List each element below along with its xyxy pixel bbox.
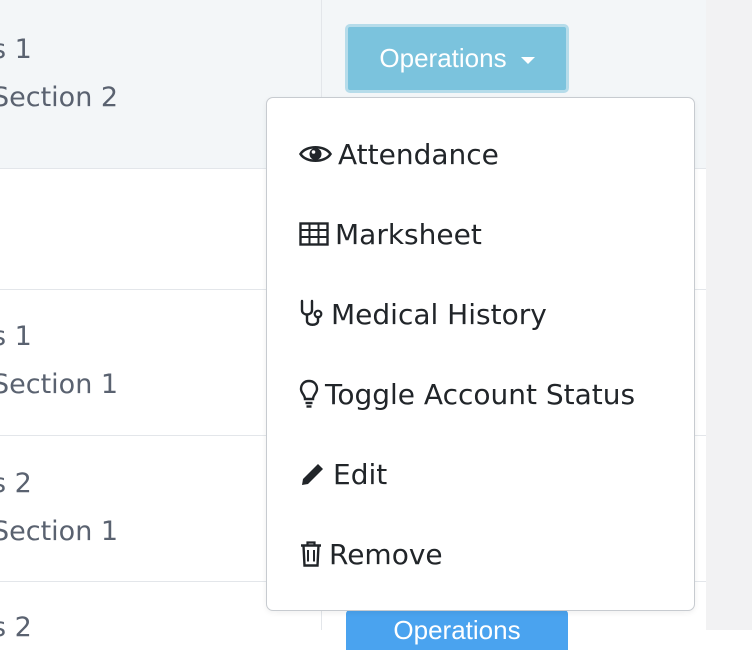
table-icon: [299, 222, 329, 246]
menu-item-marksheet[interactable]: Marksheet: [267, 194, 693, 274]
eye-icon: [299, 141, 332, 167]
menu-item-remove[interactable]: Remove: [267, 514, 693, 594]
class-label: s 1: [0, 321, 32, 352]
menu-item-edit[interactable]: Edit: [267, 434, 693, 514]
operations-button[interactable]: Operations: [346, 610, 568, 650]
operations-dropdown-button[interactable]: Operations: [345, 24, 569, 93]
lightbulb-icon: [299, 379, 319, 409]
class-label: s 2: [0, 612, 32, 643]
operations-button-label: Operations: [379, 43, 507, 73]
trash-icon: [299, 540, 323, 568]
scrollbar-track[interactable]: [706, 0, 752, 630]
menu-item-attendance[interactable]: Attendance: [267, 114, 693, 194]
class-label: s 2: [0, 468, 32, 499]
menu-item-toggle-account-status[interactable]: Toggle Account Status: [267, 354, 693, 434]
menu-item-medical-history[interactable]: Medical History: [267, 274, 693, 354]
section-label: Section 2: [0, 82, 119, 113]
section-label: Section 1: [0, 516, 119, 547]
pencil-icon: [299, 460, 327, 488]
operations-button-label: Operations: [393, 615, 521, 645]
operations-dropdown-menu: Attendance Marksheet Medical History Tog…: [266, 97, 695, 611]
section-label: Section 1: [0, 369, 119, 400]
stethoscope-icon: [299, 299, 325, 329]
caret-down-icon: [520, 56, 535, 64]
class-label: s 1: [0, 34, 32, 65]
